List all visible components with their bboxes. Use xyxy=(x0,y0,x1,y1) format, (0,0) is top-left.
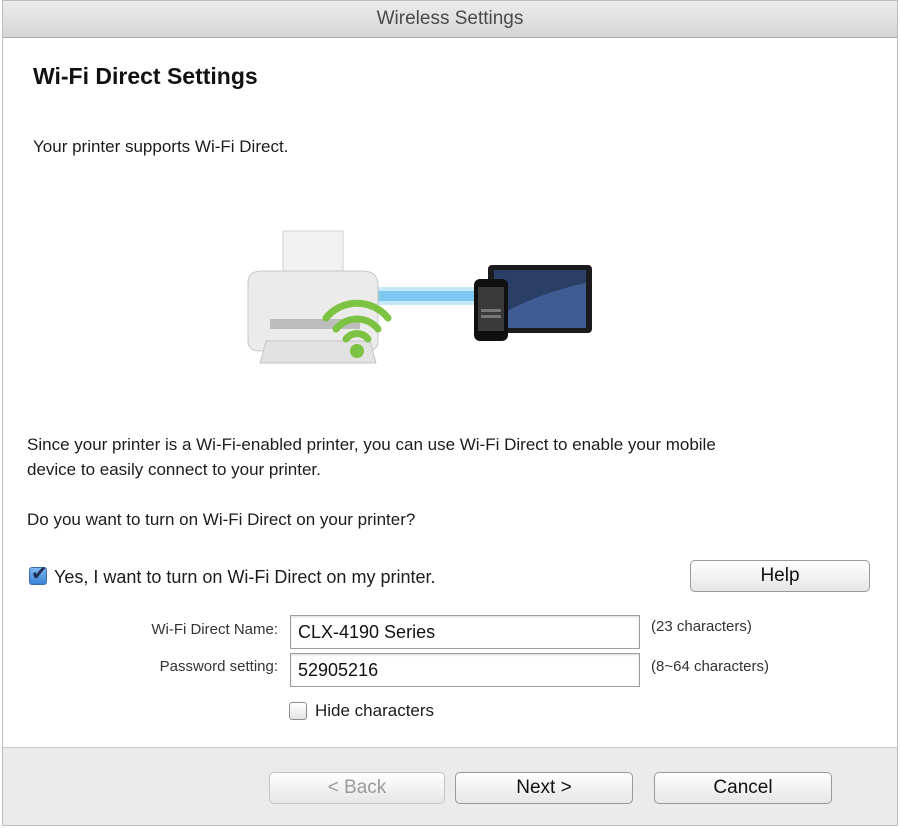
question-text: Do you want to turn on Wi-Fi Direct on y… xyxy=(27,510,416,529)
help-button[interactable]: Help xyxy=(690,560,870,592)
description-line-1: Since your printer is a Wi-Fi-enabled pr… xyxy=(27,435,716,454)
enable-wifi-direct-label[interactable]: Yes, I want to turn on Wi-Fi Direct on m… xyxy=(54,565,435,590)
password-hint: (8~64 characters) xyxy=(651,658,769,675)
wifi-direct-name-label: Wi-Fi Direct Name: xyxy=(151,621,278,638)
dialog-footer: < Back Next > Cancel xyxy=(3,747,897,825)
cancel-button[interactable]: Cancel xyxy=(654,772,832,804)
hide-characters-label[interactable]: Hide characters xyxy=(315,698,434,723)
checkmark-icon: ✔ xyxy=(31,563,48,585)
back-button[interactable]: < Back xyxy=(269,772,445,804)
window-title: Wireless Settings xyxy=(3,1,897,38)
enable-wifi-direct-checkbox[interactable]: ✔ xyxy=(29,563,48,585)
wifi-direct-illustration xyxy=(238,223,598,373)
printer-icon xyxy=(247,230,379,364)
password-field[interactable]: 52905216 xyxy=(290,653,640,687)
hide-characters-checkbox[interactable] xyxy=(289,702,307,720)
name-hint: (23 characters) xyxy=(651,618,752,635)
intro-text: Your printer supports Wi-Fi Direct. xyxy=(33,137,289,156)
wireless-settings-window: Wireless Settings Wi-Fi Direct Settings … xyxy=(2,0,898,826)
description-line-2: device to easily connect to your printer… xyxy=(27,460,321,479)
next-button[interactable]: Next > xyxy=(455,772,633,804)
smartphone-icon xyxy=(474,279,508,341)
password-setting-label: Password setting: xyxy=(159,658,278,675)
wifi-direct-name-field[interactable]: CLX-4190 Series xyxy=(290,615,640,649)
page-heading: Wi-Fi Direct Settings xyxy=(33,63,258,89)
